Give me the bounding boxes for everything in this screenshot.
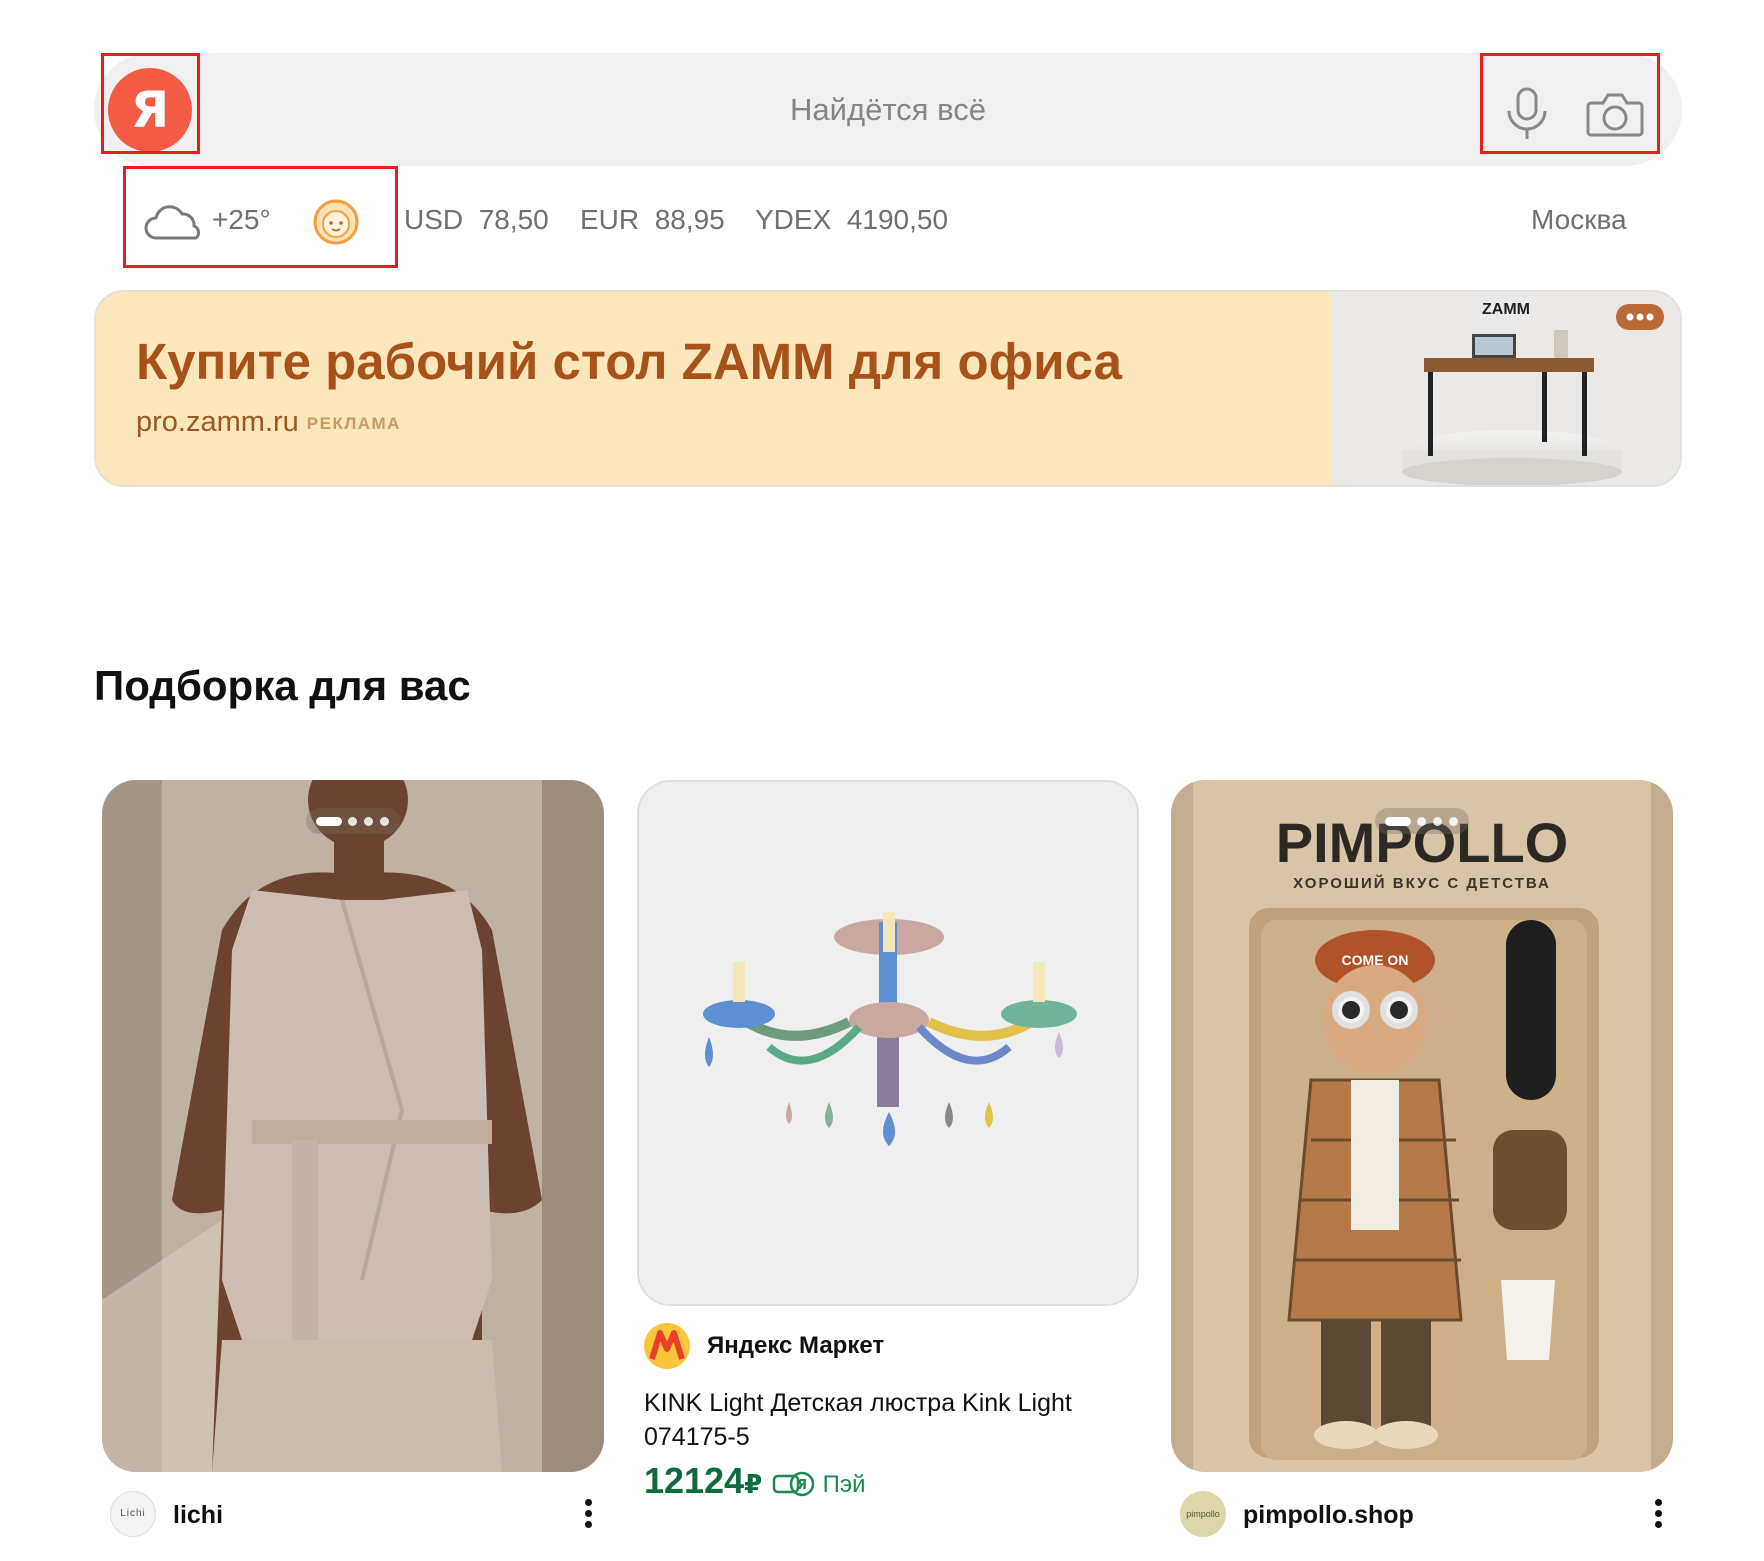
- price-value: 12124: [644, 1460, 745, 1501]
- model-photo: [102, 780, 604, 1472]
- rate-usd[interactable]: USD 78,50: [404, 200, 549, 240]
- rate-code: USD: [404, 204, 464, 235]
- card-source-name[interactable]: pimpollo.shop: [1243, 1498, 1414, 1532]
- yandex-pay-badge[interactable]: Я Пэй: [772, 1470, 866, 1500]
- pimpollo-photo: PIMPOLLO ХОРОШИЙ ВКУС С ДЕТСТВА COME ON: [1171, 780, 1673, 1472]
- ad-domain-text: pro.zamm.ru: [136, 406, 299, 438]
- card-image-lichi[interactable]: [102, 780, 604, 1472]
- card-image-market[interactable]: [637, 780, 1139, 1306]
- ad-title[interactable]: Купите рабочий стол ZAMM для офиса: [136, 332, 1122, 391]
- card-image-pimpollo[interactable]: PIMPOLLO ХОРОШИЙ ВКУС С ДЕТСТВА COME ON: [1171, 780, 1673, 1472]
- card-source-name[interactable]: Яндекс Маркет: [707, 1329, 884, 1363]
- chandelier-photo: [639, 782, 1137, 1304]
- section-title: Подборка для вас: [94, 662, 471, 709]
- pay-label: Пэй: [822, 1471, 866, 1498]
- pimpollo-slogan: ХОРОШИЙ ВКУС С ДЕТСТВА: [1293, 874, 1551, 892]
- rate-ydex[interactable]: YDEX 4190,50: [755, 200, 948, 240]
- svg-text:Я: Я: [797, 1478, 807, 1493]
- more-dots-icon[interactable]: [1616, 304, 1664, 330]
- more-vertical-icon[interactable]: [1655, 1499, 1663, 1529]
- lichi-avatar[interactable]: Lichi: [110, 1491, 156, 1537]
- ad-brand-logo: ZAMM: [1482, 301, 1530, 318]
- product-title[interactable]: KINK Light Детская люстра Kink Light 074…: [644, 1386, 1114, 1454]
- ad-domain[interactable]: pro.zamm.ru РЕКЛАМА: [136, 406, 401, 439]
- ad-label: РЕКЛАМА: [306, 414, 401, 433]
- search-tools-highlight-box: [1480, 53, 1660, 154]
- rate-value: 88,95: [654, 204, 725, 235]
- image-pager[interactable]: [1375, 808, 1469, 834]
- rate-value: 78,50: [478, 204, 549, 235]
- ad-banner[interactable]: Купите рабочий стол ZAMM для офиса pro.z…: [94, 290, 1682, 487]
- city-selector[interactable]: Москва: [1531, 200, 1627, 240]
- more-vertical-icon[interactable]: [585, 1499, 593, 1529]
- ad-image[interactable]: ZAMM: [1332, 292, 1680, 485]
- rate-eur[interactable]: EUR 88,95: [580, 200, 725, 240]
- rate-code: EUR: [580, 204, 640, 235]
- pimpollo-avatar[interactable]: pimpollo: [1180, 1491, 1226, 1537]
- rate-code: YDEX: [755, 204, 832, 235]
- search-bar[interactable]: Найдётся всё: [94, 53, 1682, 166]
- search-input[interactable]: Найдётся всё: [94, 53, 1682, 166]
- yandex-pay-icon: Я: [772, 1471, 815, 1497]
- currency-symbol: ₽: [744, 1469, 763, 1499]
- image-pager[interactable]: [306, 808, 400, 834]
- rate-value: 4190,50: [846, 204, 949, 235]
- card-source-name[interactable]: lichi: [173, 1498, 223, 1532]
- product-price[interactable]: 12124₽: [644, 1460, 762, 1502]
- weather-highlight-box: [123, 166, 398, 268]
- logo-highlight-box: [101, 53, 200, 154]
- yandex-market-logo[interactable]: [644, 1323, 690, 1369]
